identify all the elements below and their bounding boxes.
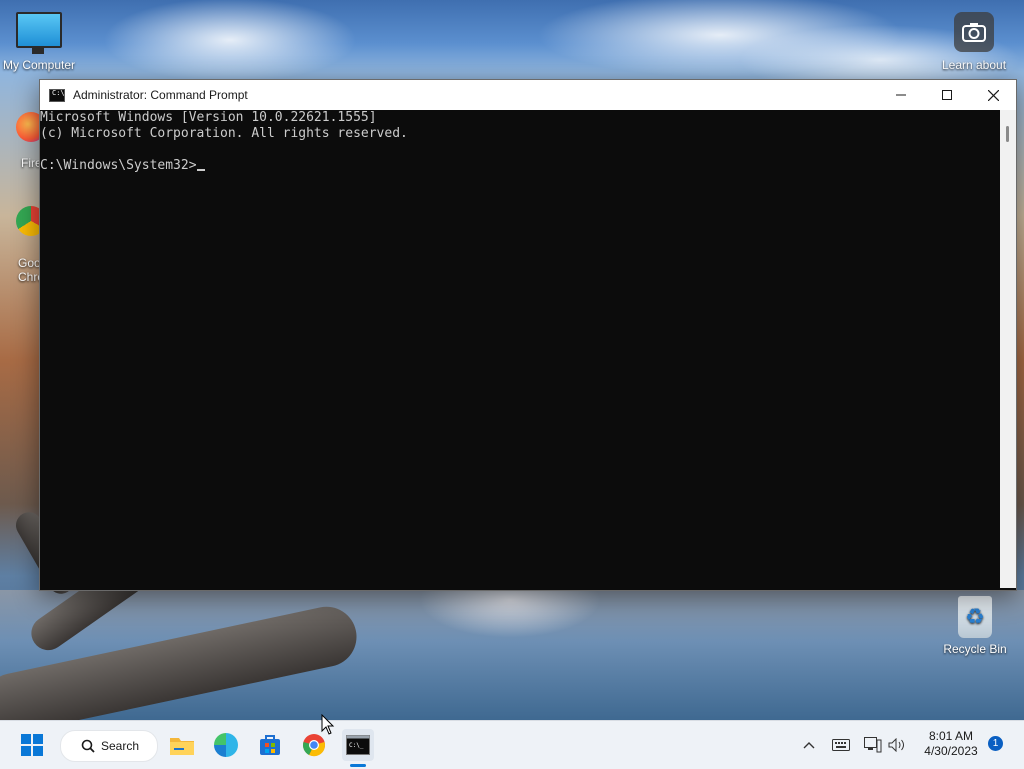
- taskbar-command-prompt[interactable]: C:\_: [342, 729, 374, 761]
- console-prompt: C:\Windows\System32>: [40, 158, 197, 173]
- show-hidden-icons-button[interactable]: [800, 731, 818, 759]
- console-line: Microsoft Windows [Version 10.0.22621.15…: [40, 110, 377, 125]
- mouse-pointer-icon: [321, 714, 335, 735]
- window-titlebar[interactable]: C:\ Administrator: Command Prompt: [40, 80, 1016, 110]
- close-button[interactable]: [970, 80, 1016, 110]
- notification-badge[interactable]: 1: [988, 736, 1003, 751]
- cmd-icon: C:\_: [346, 735, 370, 755]
- folder-icon: [170, 738, 194, 755]
- keyboard-icon: [832, 739, 850, 751]
- window-title: Administrator: Command Prompt: [73, 88, 248, 102]
- camera-icon: [954, 12, 994, 52]
- maximize-button[interactable]: [924, 80, 970, 110]
- desktop-icon-label: Recycle Bin: [943, 642, 1007, 656]
- taskbar-search-button[interactable]: Search: [60, 730, 158, 762]
- taskbar: Search C:\_ 8:01 AM 4/30/2023: [0, 720, 1024, 769]
- minimize-icon: [896, 94, 906, 96]
- store-icon: [260, 735, 280, 755]
- network-button[interactable]: [862, 731, 884, 759]
- active-app-indicator: [350, 764, 366, 767]
- taskbar-edge[interactable]: [210, 729, 242, 761]
- wallpaper-reflection: [390, 590, 630, 660]
- minimize-button[interactable]: [878, 80, 924, 110]
- text-cursor: [196, 169, 205, 171]
- start-button[interactable]: [16, 729, 48, 761]
- taskbar-microsoft-store[interactable]: [254, 729, 286, 761]
- volume-icon: [888, 738, 904, 752]
- desktop-icon-label: My Computer: [2, 58, 76, 72]
- console-line: (c) Microsoft Corporation. All rights re…: [40, 126, 408, 141]
- maximize-icon: [942, 90, 952, 100]
- close-icon: [987, 89, 999, 101]
- search-label: Search: [101, 739, 140, 753]
- network-icon: [864, 737, 882, 753]
- desktop-icon-label: Goo: [18, 256, 41, 270]
- svg-text:C:\_: C:\_: [349, 742, 364, 749]
- edge-icon: [214, 733, 238, 757]
- desktop-icon-recycle-bin[interactable]: ♻ Recycle Bin: [937, 596, 1013, 656]
- windows-logo-icon: [21, 734, 43, 756]
- chevron-up-icon: [803, 742, 815, 749]
- recycle-bin-icon: ♻: [958, 596, 992, 638]
- console-output[interactable]: Microsoft Windows [Version 10.0.22621.15…: [40, 110, 1000, 588]
- volume-button[interactable]: [886, 731, 908, 759]
- monitor-icon: [16, 12, 62, 54]
- console-scrollbar[interactable]: [1000, 110, 1016, 588]
- keyboard-button[interactable]: [830, 731, 852, 759]
- desktop-icon-learn-about[interactable]: Learn about: [936, 12, 1012, 72]
- cmd-app-icon: C:\: [49, 88, 65, 102]
- clock-time: 8:01 AM: [928, 729, 974, 743]
- desktop-icon-my-computer[interactable]: My Computer: [1, 12, 77, 72]
- chrome-icon: [303, 734, 325, 757]
- taskbar-file-explorer[interactable]: [166, 729, 198, 761]
- desktop-icon-label: Learn about: [941, 58, 1007, 72]
- clock-button[interactable]: 8:01 AM 4/30/2023: [918, 729, 984, 759]
- command-prompt-window[interactable]: C:\ Administrator: Command Prompt Micros…: [39, 79, 1017, 591]
- clock-date: 4/30/2023: [924, 744, 978, 758]
- search-icon: [81, 739, 95, 753]
- scrollbar-thumb[interactable]: [1006, 126, 1009, 142]
